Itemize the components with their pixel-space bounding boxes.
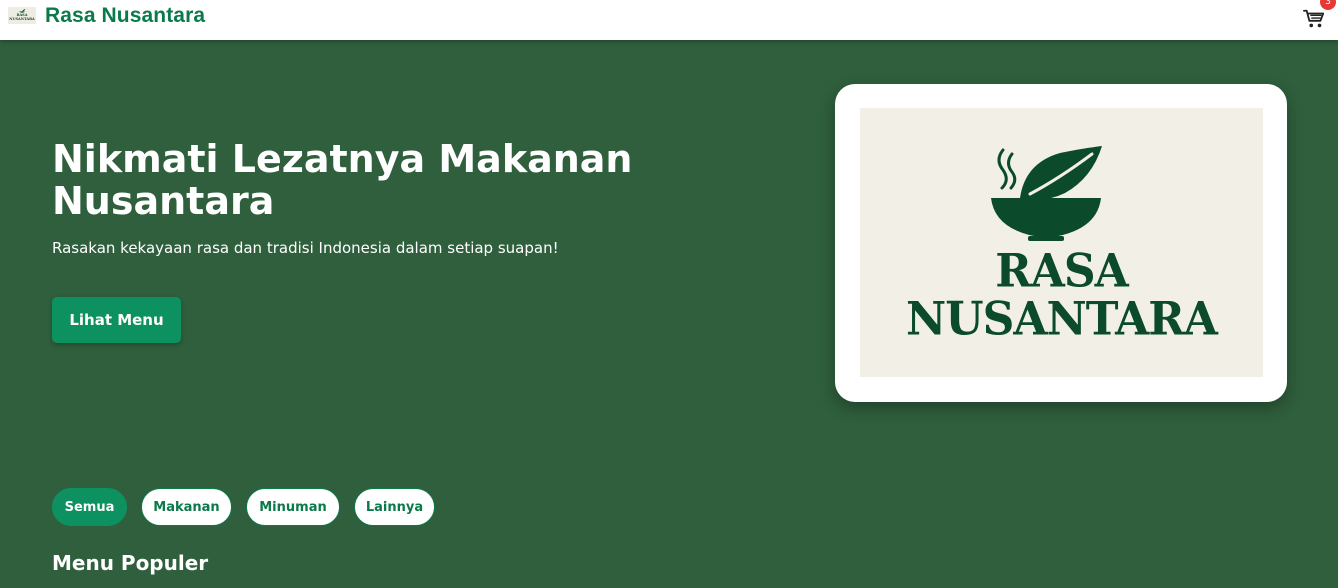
hero-logo-image: RASA NUSANTARA [860,108,1263,377]
brand-name-link[interactable]: Rasa Nusantara [45,4,205,28]
section-title-popular-menu: Menu Populer [52,551,209,575]
filter-semua[interactable]: Semua [52,488,127,526]
logo-text-rasa-large: RASA [995,244,1129,299]
hero-title: Nikmati Lezatnya Makanan Nusantara [52,137,633,223]
view-menu-button[interactable]: Lihat Menu [52,297,181,343]
filter-makanan[interactable]: Makanan [141,488,232,526]
filter-lainnya[interactable]: Lainnya [354,488,435,526]
hero-subtitle: Rasakan kekayaan rasa dan tradisi Indone… [52,239,559,257]
bowl-leaf-icon [991,146,1102,241]
hero-image-card: RASA NUSANTARA [835,84,1287,402]
navbar: RASA NUSANTARA Rasa Nusantara 3 [0,0,1338,40]
logo-text-nusantara-large: NUSANTARA [906,292,1218,347]
cart-count-badge: 3 [1320,0,1336,10]
cart-icon[interactable] [1303,8,1325,30]
filter-minuman[interactable]: Minuman [246,488,340,526]
brand-logo[interactable]: RASA NUSANTARA [8,7,36,24]
logo-text-nusantara: NUSANTARA [9,17,35,21]
